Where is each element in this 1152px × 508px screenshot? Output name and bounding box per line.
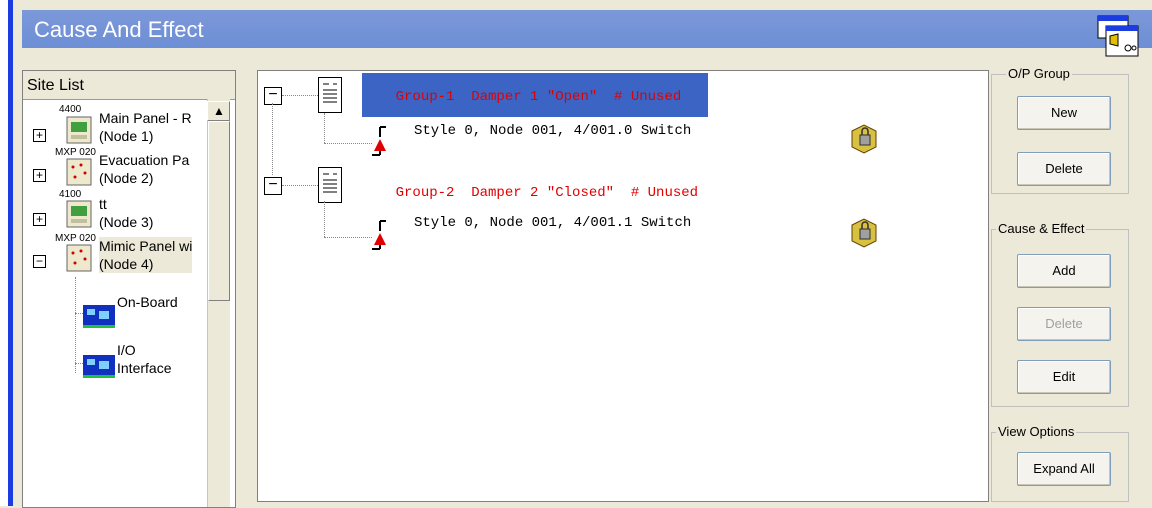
expand-node-2[interactable]: + — [33, 169, 46, 182]
tree-line — [324, 201, 325, 237]
tree-item-node-3[interactable]: tt (Node 3) — [99, 195, 153, 231]
node-number: (Node 4) — [99, 256, 154, 272]
fire-panel-icon — [66, 200, 92, 228]
tree-line — [324, 143, 372, 144]
node-number: (Node 2) — [99, 170, 154, 186]
node-name: Evacuation Pa — [99, 152, 190, 168]
tree-item-node-1[interactable]: Main Panel - R (Node 1) — [99, 109, 192, 145]
collapse-group-2[interactable]: − — [264, 177, 282, 195]
locked-config-icon — [851, 218, 877, 248]
delete-cause-button[interactable]: Delete — [1017, 307, 1111, 341]
tree-line — [75, 363, 83, 364]
tree-item-node-2[interactable]: Evacuation Pa (Node 2) — [99, 151, 189, 187]
op-group-legend: O/P Group — [1006, 66, 1072, 81]
group-2-text: Group-2 Damper 2 "Closed" # Unused — [395, 185, 699, 201]
group-document-icon — [318, 167, 342, 203]
fire-panel-icon — [66, 116, 92, 144]
tree-line — [324, 237, 372, 238]
node-number: (Node 3) — [99, 214, 154, 230]
cause-effect-legend: Cause & Effect — [996, 221, 1087, 236]
tree-line — [324, 113, 325, 143]
collapse-group-1[interactable]: − — [264, 87, 282, 105]
tree-line — [282, 185, 318, 186]
expand-node-1[interactable]: + — [33, 129, 46, 142]
edit-cause-button[interactable]: Edit — [1017, 360, 1111, 394]
node-name: tt — [99, 196, 107, 212]
window-title: Cause And Effect — [34, 17, 204, 42]
tree-line — [75, 277, 76, 373]
switch-2-text[interactable]: Style 0, Node 001, 4/001.1 Switch — [414, 215, 691, 231]
scroll-thumb[interactable] — [208, 121, 230, 301]
tree-item-on-board[interactable]: On-Board — [117, 293, 178, 311]
group-2-label[interactable]: Group-2 Damper 2 "Closed" # Unused — [362, 169, 698, 217]
interface-label: Interface — [117, 360, 172, 376]
circuit-board-icon — [83, 305, 115, 328]
window-left-edge — [0, 0, 8, 506]
tree-line — [282, 95, 318, 96]
cause-effect-tree[interactable]: − Group-1 Damper 1 "Open" # Unused Style… — [257, 70, 989, 502]
expand-node-3[interactable]: + — [33, 213, 46, 226]
add-cause-button[interactable]: Add — [1017, 254, 1111, 288]
io-label: I/O — [117, 342, 136, 358]
scroll-up-arrow-icon: ▲ — [213, 104, 225, 118]
tree-line — [75, 313, 83, 314]
delete-group-button[interactable]: Delete — [1017, 152, 1111, 186]
node-number: (Node 1) — [99, 128, 154, 144]
scroll-up-button[interactable]: ▲ — [207, 101, 230, 121]
app-icon[interactable] — [1096, 14, 1140, 58]
site-list-header: Site List — [23, 71, 235, 100]
site-list-panel[interactable]: Site List ▲ + 4400 Main Panel - R (Node … — [22, 70, 236, 508]
window-left-border — [8, 0, 13, 506]
expand-all-button[interactable]: Expand All — [1017, 452, 1111, 486]
mimic-panel-icon — [66, 158, 92, 186]
group-1-label[interactable]: Group-1 Damper 1 "Open" # Unused — [362, 73, 708, 117]
title-bar: Cause And Effect — [22, 10, 1152, 48]
mimic-panel-icon — [66, 244, 92, 272]
view-options-legend: View Options — [996, 424, 1077, 439]
node-name: Mimic Panel wi — [99, 238, 193, 254]
collapse-node-4[interactable]: − — [33, 255, 46, 268]
switch-input-icon — [372, 126, 386, 156]
new-group-button[interactable]: New — [1017, 96, 1111, 130]
switch-input-icon — [372, 220, 386, 250]
tree-item-node-4[interactable]: Mimic Panel wi (Node 4) — [99, 237, 193, 273]
group-document-icon — [318, 77, 342, 113]
tree-item-io-interface[interactable]: I/O Interface — [117, 341, 171, 377]
switch-1-text[interactable]: Style 0, Node 001, 4/001.0 Switch — [414, 123, 691, 139]
circuit-board-icon — [83, 355, 115, 378]
locked-config-icon — [851, 124, 877, 154]
tree-line — [272, 103, 273, 175]
group-1-text: Group-1 Damper 1 "Open" # Unused — [395, 89, 682, 105]
site-list-title: Site List — [27, 77, 84, 94]
node-name: Main Panel - R — [99, 110, 192, 126]
